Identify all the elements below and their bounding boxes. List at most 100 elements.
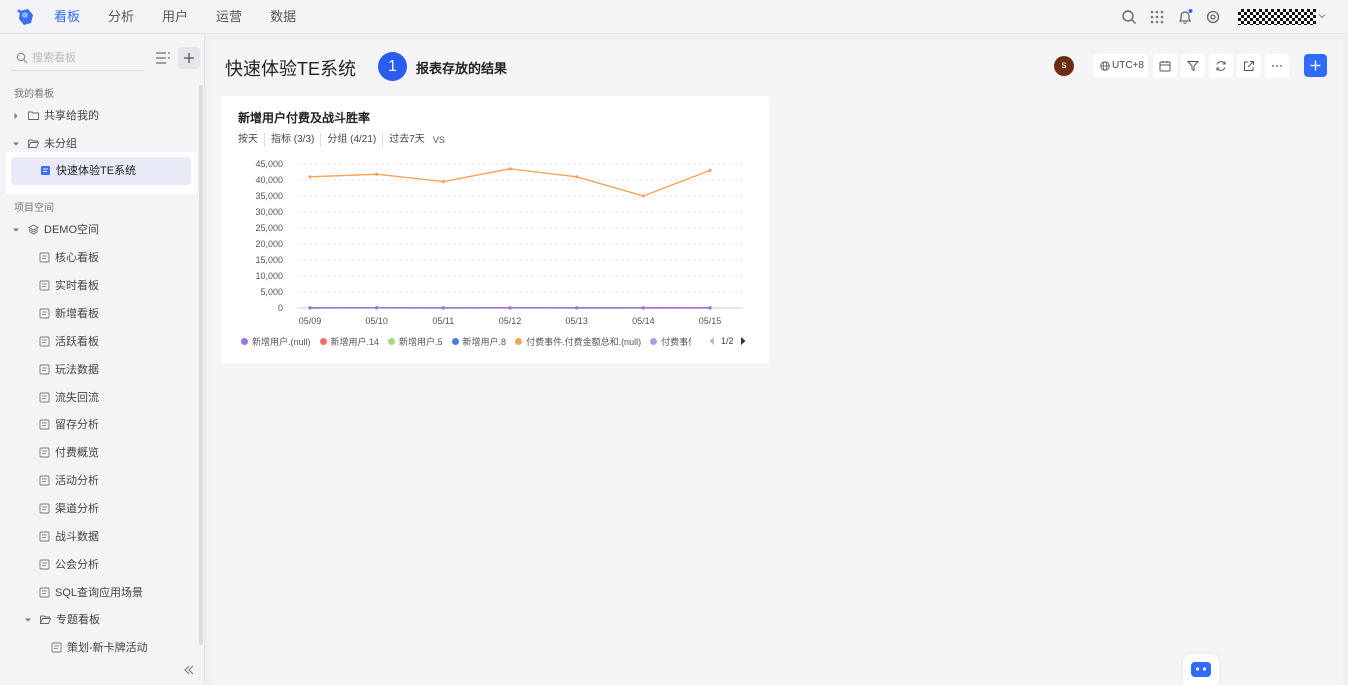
chevron-right-icon[interactable] — [12, 112, 20, 120]
legend-label: 付费事件.付费金额 — [661, 336, 691, 347]
chevron-down-icon[interactable] — [12, 226, 20, 234]
folder-topic-boards[interactable]: 专题看板 — [10, 606, 192, 634]
sidebar-search-row — [10, 45, 200, 71]
board-label: 战斗数据 — [55, 531, 99, 543]
timezone-button[interactable]: UTC+8 — [1093, 54, 1148, 78]
sidebar-item-board[interactable]: 战斗数据 — [10, 523, 192, 551]
series-line — [309, 168, 711, 197]
calendar-button[interactable] — [1153, 54, 1177, 78]
calendar-icon — [1159, 61, 1171, 72]
board-icon — [39, 559, 50, 570]
board-label: 公会分析 — [55, 558, 99, 571]
sidebar-item-board[interactable]: 公会分析 — [10, 551, 192, 579]
chevron-down-icon[interactable] — [1318, 12, 1326, 20]
sidebar-item-board[interactable]: 玩法数据 — [10, 356, 192, 384]
data-point — [641, 194, 645, 198]
sidebar-scrollbar[interactable] — [199, 85, 203, 645]
plus-icon — [184, 53, 194, 63]
x-tick-label: 05/14 — [632, 316, 655, 326]
y-tick-label: 20,000 — [255, 239, 283, 249]
more-icon — [1272, 65, 1282, 67]
collapse-sidebar-icon[interactable] — [182, 663, 196, 677]
sidebar-item-board[interactable]: SQL查询应用场景 — [10, 579, 192, 607]
legend-item[interactable]: 付费事件.付费金额 — [650, 334, 691, 348]
nav-item[interactable]: 运营 — [216, 0, 242, 34]
more-button[interactable] — [1265, 54, 1289, 78]
sidebar-item-board[interactable]: 活跃看板 — [10, 328, 192, 356]
nav-item[interactable]: 用户 — [162, 0, 188, 34]
board-label: 新增看板 — [55, 307, 99, 320]
top-navigation-bar: 看板 分析 用户 运营 数据 — [0, 0, 1348, 34]
user-avatar[interactable]: s — [1054, 56, 1074, 76]
share-button[interactable] — [1237, 54, 1261, 78]
legend-item[interactable]: 付费事件.付费金额总和.(null) — [515, 334, 641, 348]
board-label: 核心看板 — [55, 252, 99, 264]
board-search-input[interactable] — [32, 49, 142, 67]
add-board-button[interactable] — [178, 47, 200, 69]
board-label: 留存分析 — [55, 419, 99, 432]
apps-grid-icon[interactable] — [1149, 9, 1165, 25]
folder-open-icon — [28, 139, 39, 148]
line-chart[interactable]: 0 5,000 10,000 15,000 20,000 25,000 30,000 35,0… — [221, 96, 769, 331]
report-card[interactable]: 新增用户付费及战斗胜率 按天 指标 (3/3) 分组 (4/21) 过去7天 VS 05… — [221, 96, 769, 363]
refresh-button[interactable] — [1209, 54, 1233, 78]
board-icon — [39, 503, 50, 514]
sidebar-item-topic-board[interactable]: 策划-新卡牌活动 — [10, 634, 192, 662]
data-point — [375, 306, 379, 310]
y-tick-label: 25,000 — [255, 223, 283, 233]
legend-item[interactable]: 新增用户.(null) — [241, 334, 311, 348]
sort-list-icon[interactable] — [154, 49, 172, 67]
sidebar-item-board[interactable]: 留存分析 — [10, 411, 192, 439]
legend-dot — [451, 337, 459, 345]
legend-item[interactable]: 新增用户.8 — [451, 334, 507, 348]
nav-item[interactable]: 数据 — [270, 0, 296, 34]
board-label: 付费概览 — [55, 447, 99, 460]
space-demo[interactable]: DEMO空间 — [10, 216, 192, 244]
chevron-down-icon[interactable] — [12, 140, 20, 148]
sidebar-item-board[interactable]: 新增看板 — [10, 300, 192, 328]
assistant-bot-button[interactable] — [1183, 654, 1219, 685]
x-tick-label: 05/15 — [699, 316, 722, 326]
user-avatar-mosaic[interactable] — [1238, 9, 1316, 25]
data-point — [575, 306, 579, 310]
next-page-icon[interactable] — [739, 336, 747, 346]
chevron-down-icon[interactable] — [24, 616, 32, 624]
data-point — [641, 306, 645, 310]
sidebar-item-board[interactable]: 实时看板 — [10, 272, 192, 300]
plus-icon — [1310, 60, 1321, 71]
sidebar-item-quick-te[interactable]: 快速体验TE系统 — [11, 157, 191, 185]
legend-item[interactable]: 新增用户.5 — [388, 334, 443, 348]
folder-shared-with-me[interactable]: 共享给我的 — [10, 102, 192, 130]
legend-dot — [515, 337, 523, 345]
sidebar-item-board[interactable]: 付费概览 — [10, 439, 192, 467]
legend-label: 付费事件.付费金额总和.(null) — [526, 336, 642, 347]
bell-icon[interactable] — [1177, 9, 1193, 25]
legend-label: 新增用户.8 — [462, 336, 507, 347]
filter-button[interactable] — [1181, 54, 1205, 78]
chart-legend: 新增用户.(null) 新增用户.14 新增用户.5 新增用户.8 付费事件.付费金额总… — [241, 334, 691, 348]
sidebar-item-board[interactable]: 活动分析 — [10, 467, 192, 495]
legend-dot — [319, 337, 327, 345]
x-tick-label: 05/13 — [565, 316, 588, 326]
legend-dot — [241, 337, 248, 345]
search-icon[interactable] — [1121, 9, 1137, 25]
add-report-button[interactable] — [1304, 54, 1327, 77]
nav-item[interactable]: 分析 — [108, 0, 134, 34]
board-icon — [39, 392, 50, 402]
sidebar-item-board[interactable]: 核心看板 — [10, 244, 192, 272]
x-tick-label: 05/09 — [299, 316, 322, 326]
app-logo-icon[interactable] — [16, 7, 36, 27]
legend-page-label: 1/2 — [721, 336, 734, 346]
settings-icon[interactable] — [1205, 9, 1221, 25]
sidebar-item-board[interactable]: 渠道分析 — [10, 495, 192, 523]
data-point — [441, 180, 445, 184]
data-point — [708, 168, 712, 172]
nav-item[interactable]: 看板 — [54, 0, 80, 34]
refresh-icon — [1216, 61, 1226, 71]
search-icon — [16, 52, 28, 64]
sidebar-item-board[interactable]: 流失回流 — [10, 384, 192, 412]
legend-item[interactable]: 新增用户.14 — [319, 334, 379, 348]
board-label: 玩法数据 — [55, 363, 99, 376]
prev-page-icon[interactable] — [708, 336, 716, 346]
step-badge: 1 — [378, 52, 407, 81]
